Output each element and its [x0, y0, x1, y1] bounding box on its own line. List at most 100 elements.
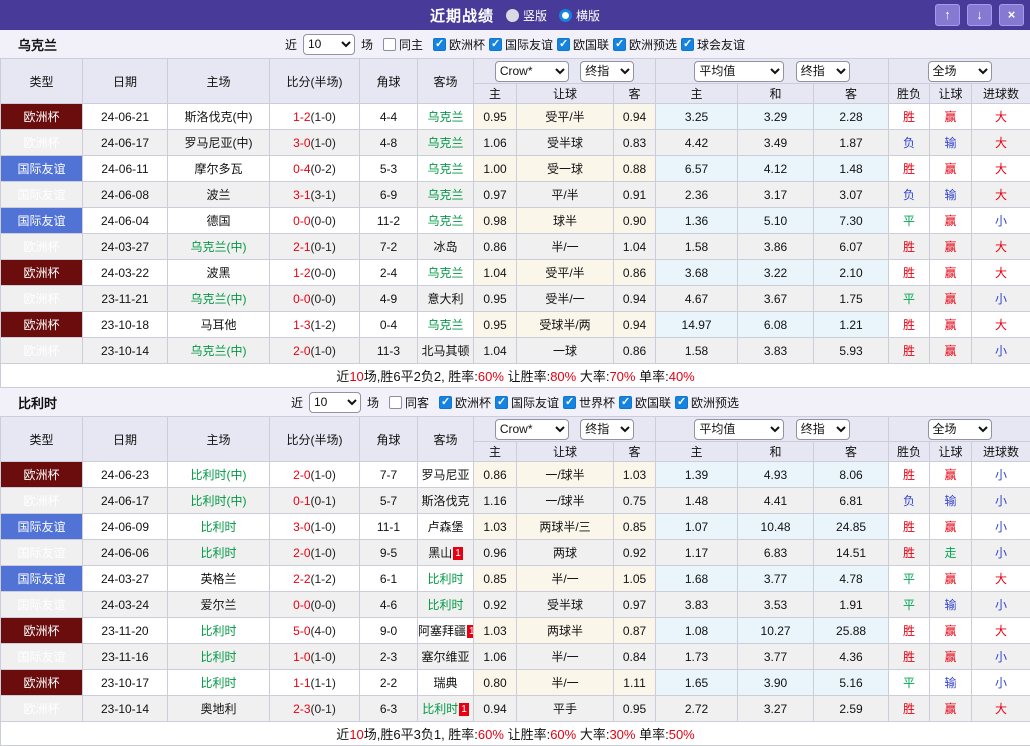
scope-select[interactable]: 全场 — [928, 61, 992, 82]
league-checkbox[interactable] — [675, 396, 688, 409]
horizontal-layout-radio[interactable] — [559, 9, 572, 22]
away-team-cell: 比利时 — [418, 566, 474, 592]
away-odds-cell: 0.90 — [614, 208, 656, 234]
goals-result-cell: 小 — [972, 592, 1030, 618]
away-team-cell: 比利时1 — [418, 696, 474, 722]
match-row: 国际友谊24-03-27英格兰2-2(1-2)6-1比利时0.85半/一1.05… — [1, 566, 1030, 592]
league-filter[interactable]: 球会友谊 — [681, 36, 745, 53]
league-checkbox[interactable] — [563, 396, 576, 409]
league-checkbox[interactable] — [619, 396, 632, 409]
average-stage-select[interactable]: 终指 — [796, 419, 850, 440]
league-checkbox[interactable] — [613, 38, 626, 51]
vertical-layout-radio[interactable] — [506, 9, 519, 22]
league-filter[interactable]: 欧国联 — [557, 36, 609, 53]
league-checkbox[interactable] — [433, 38, 446, 51]
handicap-result-cell: 输 — [930, 130, 972, 156]
results-table: 类型 日期 主场 比分(半场) 角球 客场 Crow* 终指 — [0, 416, 1030, 746]
league-filter[interactable]: 欧国联 — [619, 394, 671, 411]
avg-away-cell: 6.07 — [814, 234, 889, 260]
odds-stage-select[interactable]: 终指 — [580, 61, 634, 82]
league-filter[interactable]: 国际友谊 — [495, 394, 559, 411]
move-up-button[interactable]: ↑ — [935, 4, 960, 26]
bookmaker-select[interactable]: Crow* — [495, 419, 569, 440]
avg-draw-cell: 3.77 — [738, 566, 814, 592]
final-score: 3-0 — [293, 520, 310, 534]
league-checkbox[interactable] — [495, 396, 508, 409]
team-name-text: 乌克兰 — [427, 136, 463, 150]
move-down-button[interactable]: ↓ — [967, 4, 992, 26]
layout-option-vertical[interactable]: 竖版 — [506, 7, 547, 24]
league-checkbox[interactable] — [439, 396, 452, 409]
avg-away-cell: 1.48 — [814, 156, 889, 182]
down-arrow-icon: ↓ — [976, 7, 983, 22]
match-row: 欧洲杯24-06-21斯洛伐克(中)1-2(1-0)4-4乌克兰0.95受平/半… — [1, 104, 1030, 130]
score-cell: 2-0(1-0) — [270, 540, 360, 566]
match-date-cell: 24-06-17 — [83, 130, 168, 156]
match-row: 国际友谊24-06-11摩尔多瓦0-4(0-2)5-3乌克兰1.00受一球0.8… — [1, 156, 1030, 182]
odds-stage-select[interactable]: 终指 — [580, 419, 634, 440]
avg-draw-cell: 3.86 — [738, 234, 814, 260]
league-filter[interactable]: 欧洲预选 — [675, 394, 739, 411]
average-select[interactable]: 平均值 — [694, 419, 784, 440]
match-date-cell: 23-11-20 — [83, 618, 168, 644]
score-cell: 0-0(0-0) — [270, 208, 360, 234]
match-type-cell: 欧洲杯 — [1, 488, 83, 514]
home-odds-cell: 0.85 — [474, 566, 517, 592]
match-type-cell: 国际友谊 — [1, 566, 83, 592]
team-name-text: 比利时 — [200, 520, 236, 534]
away-odds-cell: 0.97 — [614, 592, 656, 618]
match-row: 欧洲杯24-06-17比利时(中)0-1(0-1)5-7斯洛伐克1.16一/球半… — [1, 488, 1030, 514]
league-filter[interactable]: 世界杯 — [563, 394, 615, 411]
match-count-select[interactable]: 10 — [303, 34, 355, 55]
corners-cell: 9-0 — [360, 618, 418, 644]
home-team-cell: 波兰 — [168, 182, 270, 208]
home-odds-cell: 1.03 — [474, 514, 517, 540]
sub-header-goals: 进球数 — [972, 442, 1030, 462]
handicap-cell: 受半球 — [517, 592, 614, 618]
league-checkbox[interactable] — [489, 38, 502, 51]
average-stage-select[interactable]: 终指 — [796, 61, 850, 82]
team-name-text: 比利时 — [200, 624, 236, 638]
average-select[interactable]: 平均值 — [694, 61, 784, 82]
league-checkbox[interactable] — [681, 38, 694, 51]
league-filter[interactable]: 欧洲杯 — [433, 36, 485, 53]
team-name-text: 罗马尼亚(中) — [185, 136, 253, 150]
league-filter[interactable]: 国际友谊 — [489, 36, 553, 53]
league-checkbox[interactable] — [557, 38, 570, 51]
close-button[interactable]: × — [999, 4, 1024, 26]
final-score: 1-2 — [293, 266, 310, 280]
league-filter[interactable]: 欧洲预选 — [613, 36, 677, 53]
half-time-score: (0-0) — [311, 266, 336, 280]
match-date-cell: 23-10-14 — [83, 338, 168, 364]
away-team-cell: 乌克兰 — [418, 130, 474, 156]
match-type-cell: 欧洲杯 — [1, 260, 83, 286]
avg-draw-cell: 3.27 — [738, 696, 814, 722]
team-section: 乌克兰 近 10 场 同主 欧洲杯国际友谊欧国联欧洲预选球会友谊 — [0, 30, 1030, 388]
final-score: 2-0 — [293, 344, 310, 358]
handicap-cell: 一球 — [517, 338, 614, 364]
league-filter[interactable]: 欧洲杯 — [439, 394, 491, 411]
goals-result-cell: 大 — [972, 566, 1030, 592]
home-team-cell: 比利时(中) — [168, 488, 270, 514]
summary-row: 近10场,胜6平3负1, 胜率:60% 让胜率:60% 大率:30% 单率:50… — [1, 722, 1030, 746]
corners-cell: 6-1 — [360, 566, 418, 592]
layout-option-horizontal[interactable]: 横版 — [559, 7, 600, 24]
bookmaker-select[interactable]: Crow* — [495, 61, 569, 82]
match-type-cell: 欧洲杯 — [1, 130, 83, 156]
summary-value: 10 — [349, 727, 363, 742]
home-team-cell: 比利时 — [168, 618, 270, 644]
away-odds-cell: 1.05 — [614, 566, 656, 592]
scope-select[interactable]: 全场 — [928, 419, 992, 440]
average-dropdown-cell: 平均值 终指 — [656, 59, 889, 84]
avg-draw-cell: 6.83 — [738, 540, 814, 566]
handicap-result-cell: 输 — [930, 182, 972, 208]
summary-label: 大率: — [576, 369, 609, 384]
matches-label: 场 — [361, 36, 373, 53]
same-venue-checkbox[interactable] — [383, 38, 396, 51]
same-venue-filter[interactable]: 同客 — [389, 394, 429, 411]
match-count-select[interactable]: 10 — [309, 392, 361, 413]
match-date-cell: 24-06-17 — [83, 488, 168, 514]
same-venue-filter[interactable]: 同主 — [383, 36, 423, 53]
match-row: 欧洲杯23-11-21乌克兰(中)0-0(0-0)4-9意大利0.95受半/一0… — [1, 286, 1030, 312]
same-venue-checkbox[interactable] — [389, 396, 402, 409]
